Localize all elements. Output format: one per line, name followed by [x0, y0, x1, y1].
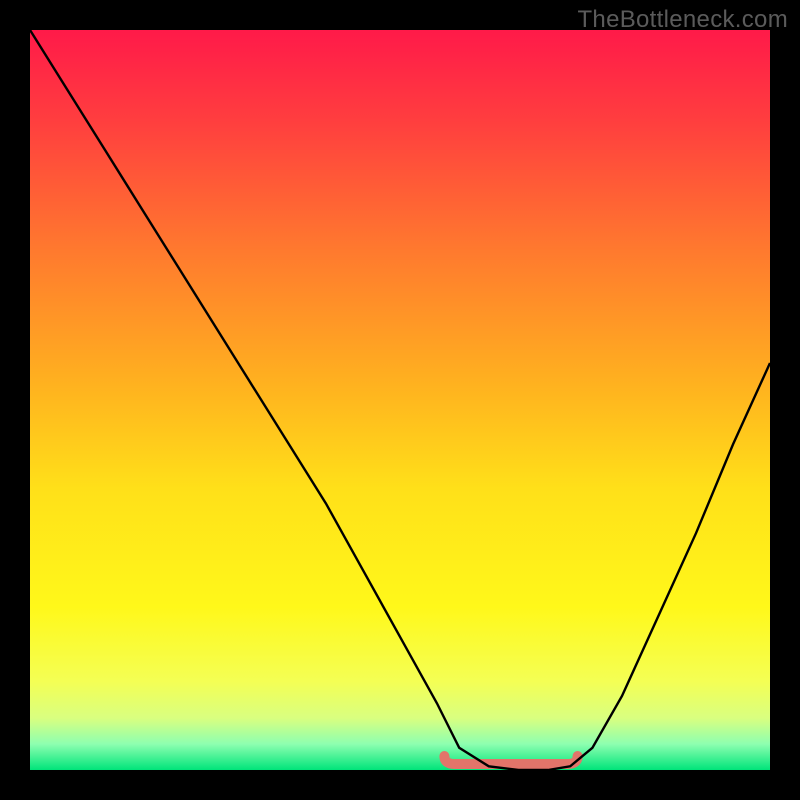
- plot-area: [30, 30, 770, 770]
- gradient-background: [30, 30, 770, 770]
- watermark-label: TheBottleneck.com: [577, 6, 788, 34]
- bottleneck-chart: [30, 30, 770, 770]
- chart-frame: TheBottleneck.com: [0, 0, 800, 800]
